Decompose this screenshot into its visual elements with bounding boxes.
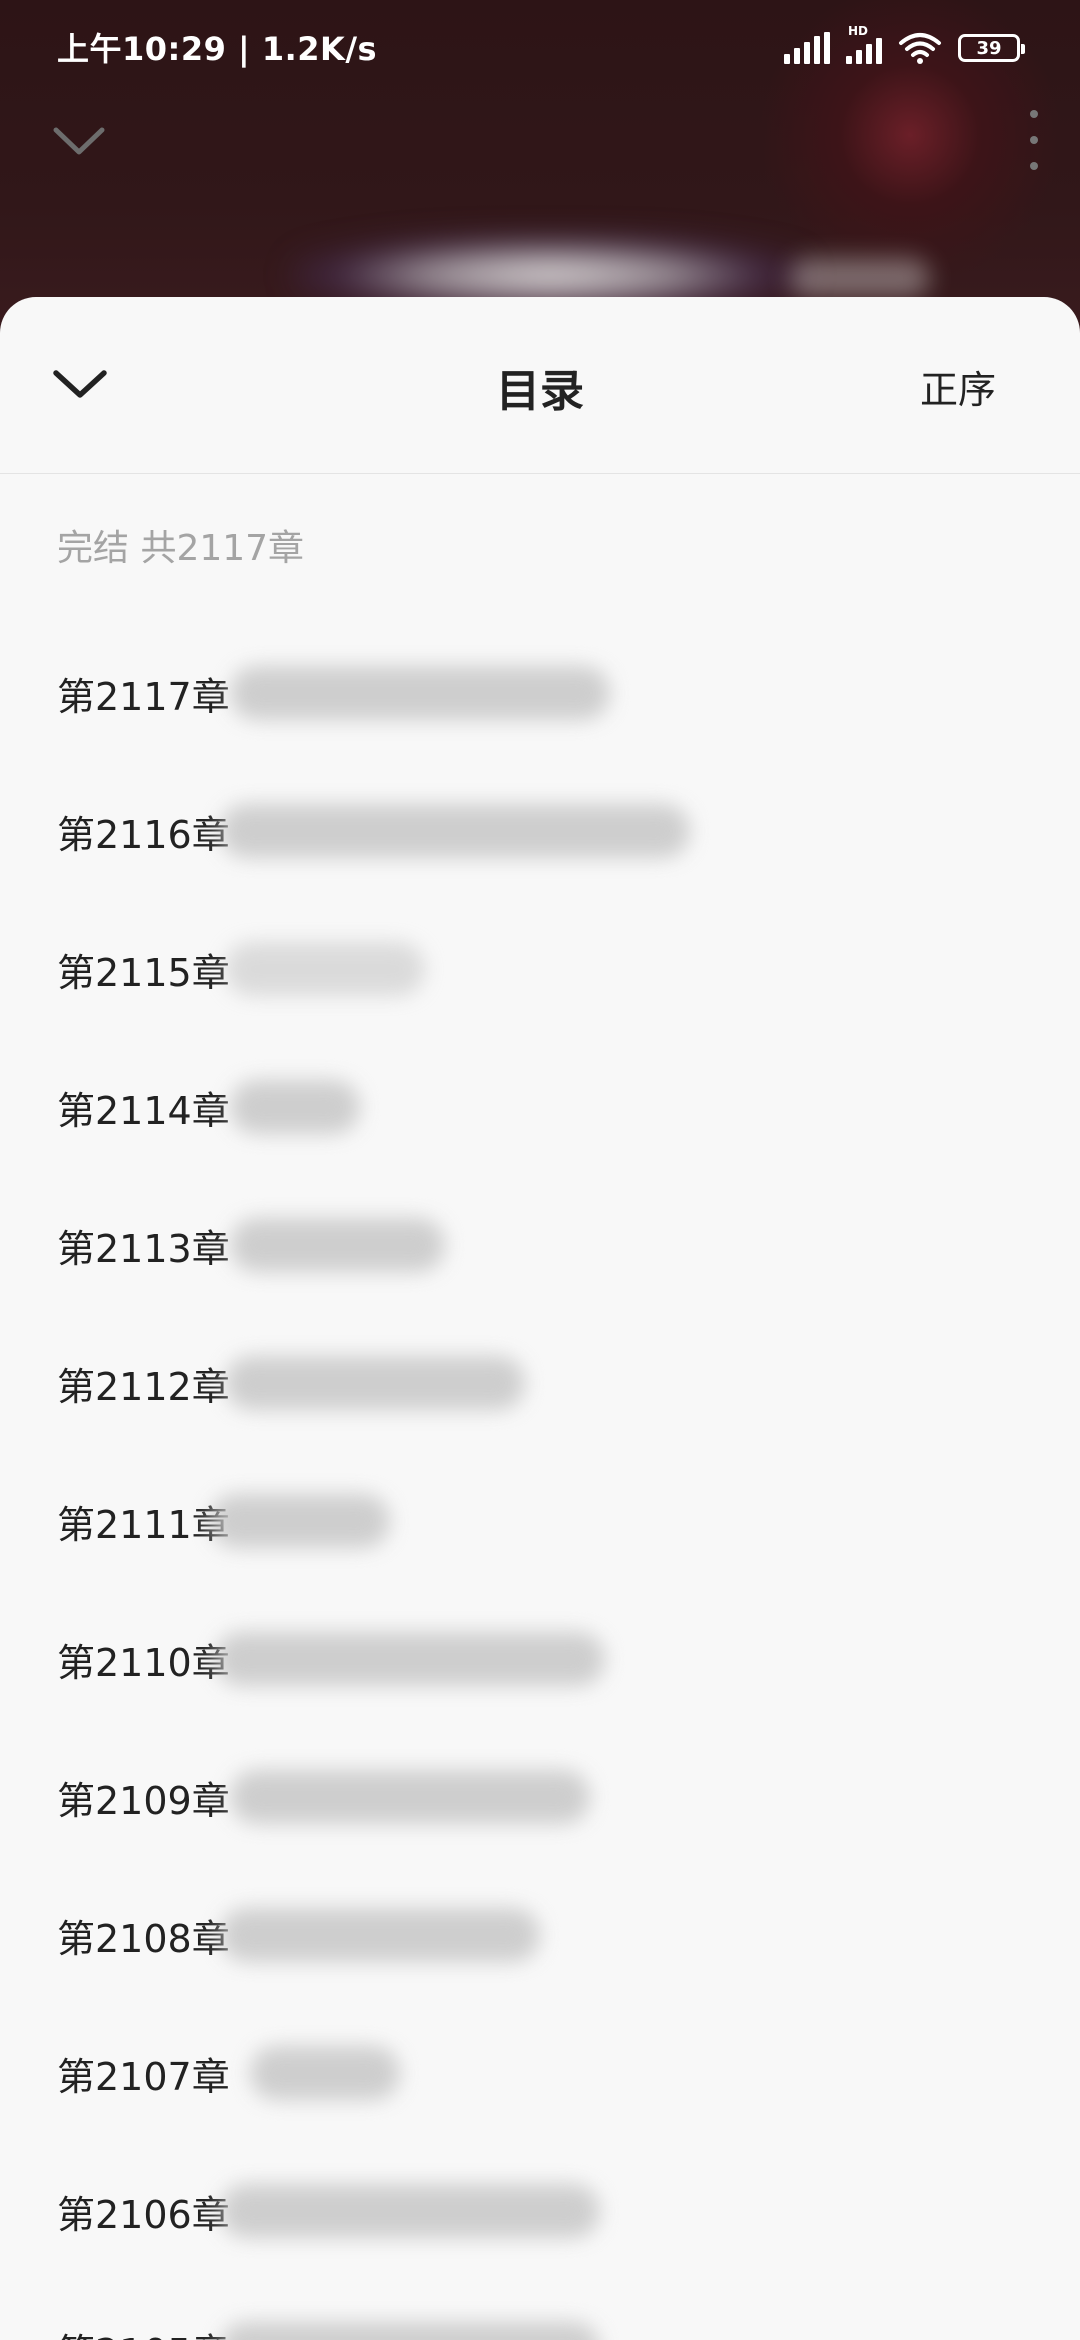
wifi-icon — [899, 33, 941, 64]
hd-label: HD — [848, 24, 869, 38]
chapter-item[interactable]: 第2107章 — [0, 2004, 1080, 2142]
chapter-item[interactable]: 第2110章 — [0, 1590, 1080, 1728]
blurred-chapter-title — [220, 1908, 540, 1962]
chapter-label: 第2111章 — [57, 1502, 230, 1547]
sort-order-button[interactable]: 正序 — [920, 359, 996, 414]
signal-icon — [784, 32, 830, 64]
blurred-chapter-title — [230, 666, 610, 720]
chapter-label: 第2110章 — [57, 1640, 230, 1685]
battery-icon: 39 — [958, 34, 1025, 62]
player-header — [0, 100, 1080, 180]
blurred-chapter-title — [225, 1356, 525, 1410]
chapter-label: 第2107章 — [57, 2054, 230, 2099]
chapter-list: 第2117章 第2116章 第2115章 第2114章 第2113章 第2112… — [0, 624, 1080, 2340]
chapter-item[interactable]: 第2112章 — [0, 1314, 1080, 1452]
chevron-down-icon[interactable] — [52, 120, 106, 160]
blurred-chapter-title — [220, 804, 690, 858]
battery-level: 39 — [976, 37, 1002, 59]
chapter-label: 第2105章 — [57, 2322, 230, 2340]
more-options-icon[interactable] — [1024, 110, 1044, 170]
chapter-item[interactable]: 第2108章 — [0, 1866, 1080, 2004]
chapter-label: 第2115章 — [57, 950, 230, 995]
chapter-label: 第2108章 — [57, 1916, 230, 1961]
blurred-chapter-title — [220, 2184, 600, 2238]
chapter-label: 第2106章 — [57, 2192, 230, 2237]
chapter-label: 第2114章 — [57, 1088, 230, 1133]
chapter-item[interactable]: 第2114章 — [0, 1038, 1080, 1176]
blurred-chapter-title — [210, 1494, 390, 1548]
chapter-item[interactable]: 第2116章 — [0, 762, 1080, 900]
chapter-item[interactable]: 第2115章 — [0, 900, 1080, 1038]
status-time: 上午10:29 | 1.2K/s — [57, 30, 378, 68]
blurred-chapter-title — [215, 1632, 605, 1686]
blurred-chapter-title — [230, 1080, 360, 1134]
chapter-item[interactable]: 第2109章 — [0, 1728, 1080, 1866]
blurred-chapter-title — [220, 2322, 600, 2340]
chapter-item[interactable]: 第2111章 — [0, 1452, 1080, 1590]
status-bar: 上午10:29 | 1.2K/s HD 39 — [0, 0, 1080, 96]
blurred-chapter-title — [225, 942, 425, 996]
blurred-album-art-secondary — [790, 258, 930, 298]
hd-signal-icon: HD — [846, 24, 882, 64]
blurred-chapter-title — [250, 2046, 400, 2100]
chapter-summary: 完结 共2117章 — [57, 528, 305, 569]
chapter-item[interactable]: 第2105章 — [0, 2280, 1080, 2340]
status-icons: HD 39 — [784, 24, 1025, 70]
chapter-label: 第2109章 — [57, 1778, 230, 1823]
chapter-item[interactable]: 第2117章 — [0, 624, 1080, 762]
chapter-item[interactable]: 第2113章 — [0, 1176, 1080, 1314]
chapter-item[interactable]: 第2106章 — [0, 2142, 1080, 2280]
sheet-header: 目录 正序 — [0, 297, 1080, 474]
player-background: 上午10:29 | 1.2K/s HD 39 — [0, 0, 1080, 340]
chapter-label: 第2113章 — [57, 1226, 230, 1271]
chapter-label: 第2117章 — [57, 674, 230, 719]
blurred-chapter-title — [230, 1770, 590, 1824]
sheet-title: 目录 — [496, 366, 584, 417]
chapter-label: 第2112章 — [57, 1364, 230, 1409]
blurred-chapter-title — [230, 1218, 445, 1272]
toc-sheet: 目录 正序 完结 共2117章 第2117章 第2116章 第2115章 第21… — [0, 297, 1080, 2340]
chapter-label: 第2116章 — [57, 812, 230, 857]
